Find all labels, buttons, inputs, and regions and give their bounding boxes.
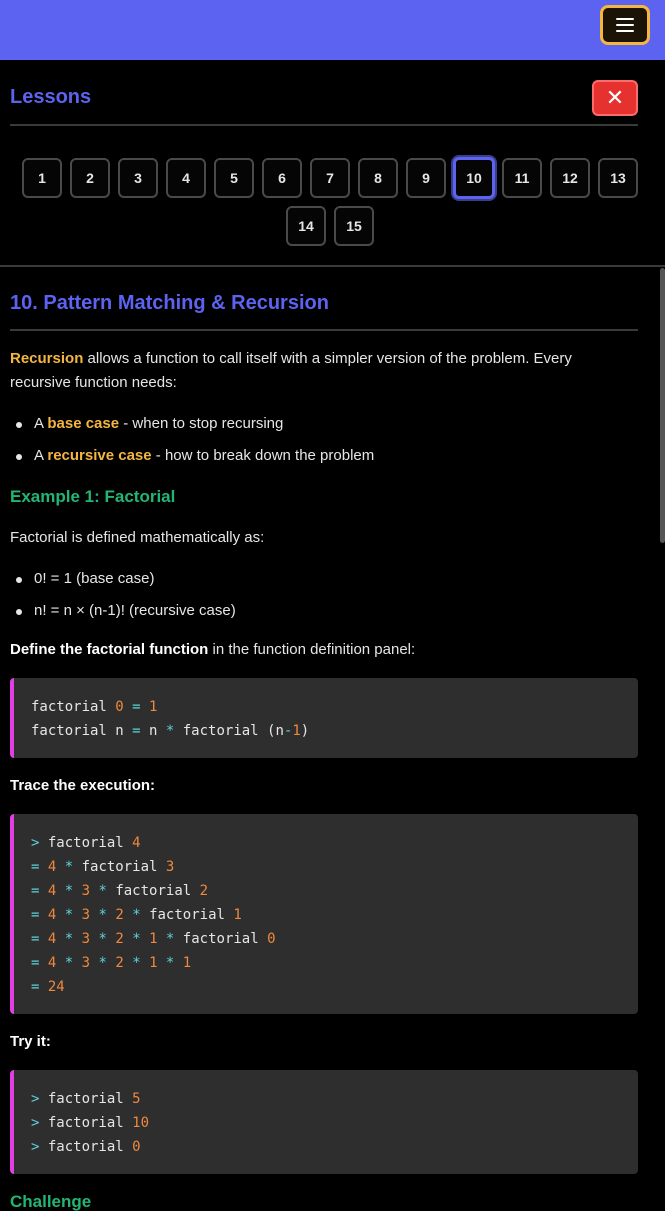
code-line: = 4 * 3 * 2 * 1 * factorial 0 xyxy=(31,931,276,947)
lesson-title: 10. Pattern Matching & Recursion xyxy=(10,292,329,314)
code-line: = 24 xyxy=(31,979,65,995)
example-heading: Example 1: Factorial xyxy=(10,487,176,506)
lesson-button-8[interactable]: 8 xyxy=(358,158,398,198)
lesson-button-12[interactable]: 12 xyxy=(550,158,590,198)
code-block-try: > factorial 5 > factorial 10 > factorial 0 xyxy=(10,1070,638,1174)
code-line: > factorial 5 xyxy=(31,1091,141,1107)
lesson-button-3[interactable]: 3 xyxy=(118,158,158,198)
lesson-button-13[interactable]: 13 xyxy=(598,158,638,198)
lesson-button-6[interactable]: 6 xyxy=(262,158,302,198)
list-item: A base case - when to stop recursing xyxy=(16,415,283,432)
list-item: 0! = 1 (base case) xyxy=(16,570,154,587)
lesson-button-1[interactable]: 1 xyxy=(22,158,62,198)
lesson-button-9[interactable]: 9 xyxy=(406,158,446,198)
lesson-button-15[interactable]: 15 xyxy=(334,206,374,246)
list-item: A recursive case - how to break down the… xyxy=(16,447,374,464)
title-divider xyxy=(10,329,638,331)
hamburger-icon xyxy=(616,18,634,20)
lesson-button-4[interactable]: 4 xyxy=(166,158,206,198)
code-line: = 4 * factorial 3 xyxy=(31,859,175,875)
lesson-button-2[interactable]: 2 xyxy=(70,158,110,198)
lesson-button-14[interactable]: 14 xyxy=(286,206,326,246)
lesson-button-10[interactable]: 10 xyxy=(453,157,495,199)
try-label: Try it: xyxy=(10,1033,51,1050)
list-item: n! = n × (n-1)! (recursive case) xyxy=(16,602,236,619)
code-line: factorial 0 = 1 xyxy=(31,699,158,715)
lesson-button-5[interactable]: 5 xyxy=(214,158,254,198)
code-block-definition: factorial 0 = 1 factorial n = n * factori… xyxy=(10,678,638,758)
intro-term: Recursion xyxy=(10,350,84,367)
code-line: = 4 * 3 * factorial 2 xyxy=(31,883,209,899)
divider xyxy=(0,265,665,267)
intro-paragraph: Recursion allows a function to call itse… xyxy=(10,350,572,391)
code-block-trace: > factorial 4 = 4 * factorial 3 = 4 * 3 * … xyxy=(10,814,638,1014)
code-line: > factorial 0 xyxy=(31,1139,141,1155)
lesson-button-11[interactable]: 11 xyxy=(502,158,542,198)
code-line: > factorial 4 xyxy=(31,835,141,851)
close-button[interactable]: ✕ xyxy=(592,80,638,116)
lesson-button-7[interactable]: 7 xyxy=(310,158,350,198)
scrollbar[interactable] xyxy=(660,268,665,543)
code-line: factorial n = n * factorial (n-1) xyxy=(31,723,310,739)
code-line: = 4 * 3 * 2 * factorial 1 xyxy=(31,907,242,923)
define-instruction: Define the factorial function in the fun… xyxy=(10,641,416,658)
code-line: > factorial 10 xyxy=(31,1115,150,1131)
challenge-heading: Challenge xyxy=(10,1192,92,1211)
code-line: = 4 * 3 * 2 * 1 * 1 xyxy=(31,955,192,971)
trace-label: Trace the execution: xyxy=(10,777,156,794)
lessons-header: Lessons ✕ xyxy=(10,76,638,126)
factorial-intro: Factorial is defined mathematically as: xyxy=(10,529,265,546)
menu-button[interactable] xyxy=(600,5,650,45)
top-bar xyxy=(0,0,665,60)
lessons-title: Lessons xyxy=(10,86,92,108)
